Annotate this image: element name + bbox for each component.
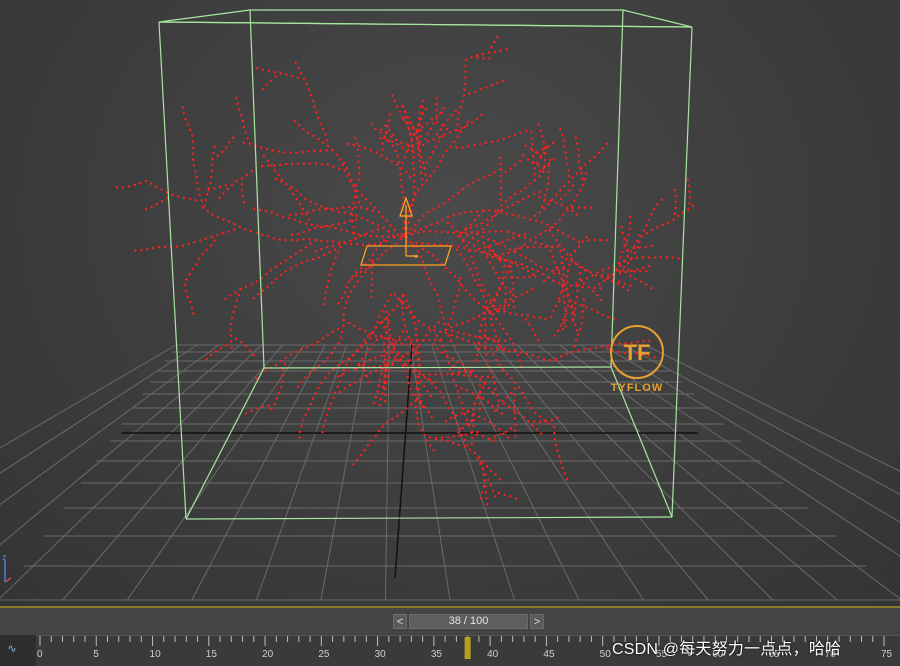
ruler-tick-label: 5 [93,649,99,660]
tyflow-logo: TF TYFLOW [610,325,664,394]
next-frame-button[interactable]: > [530,614,544,629]
time-slider[interactable]: 38 / 100 [409,614,528,629]
current-frame-marker[interactable] [464,637,471,659]
axis-tripod-icon [4,560,12,583]
ruler-tick-label: 35 [431,649,443,660]
ruler-tick-label: 10 [150,649,162,660]
viewport-scene[interactable]: ≡ TF TYFLOW [0,0,900,607]
gizmo-label: ≡ [414,254,418,261]
ruler-tick-label: 20 [262,649,274,660]
tyflow-logo-letters: TF [624,340,651,365]
ruler-tick-label: 30 [375,649,387,660]
ruler-tick-label: 75 [881,649,893,660]
watermark-text: CSDN @每天努力一点点，哈哈 [612,641,842,658]
ruler-tick-label: 50 [600,649,612,660]
perspective-viewport[interactable]: ≡ TF TYFLOW z [0,0,900,607]
tyflow-logo-name: TYFLOW [611,382,663,394]
axis-tripod: z [2,552,12,583]
previous-frame-button[interactable]: < [393,614,407,629]
ruler-tick-label: 25 [318,649,330,660]
ruler-tick-label: 0 [37,649,43,660]
curve-editor-toggle-icon[interactable]: ∿ [0,638,24,660]
ruler-tick-label: 40 [487,649,499,660]
ruler-tick-label: 45 [543,649,555,660]
home-grid [0,344,900,601]
ruler-tick-label: 15 [206,649,218,660]
time-slider-bar: < 38 / 100 > [0,608,900,635]
